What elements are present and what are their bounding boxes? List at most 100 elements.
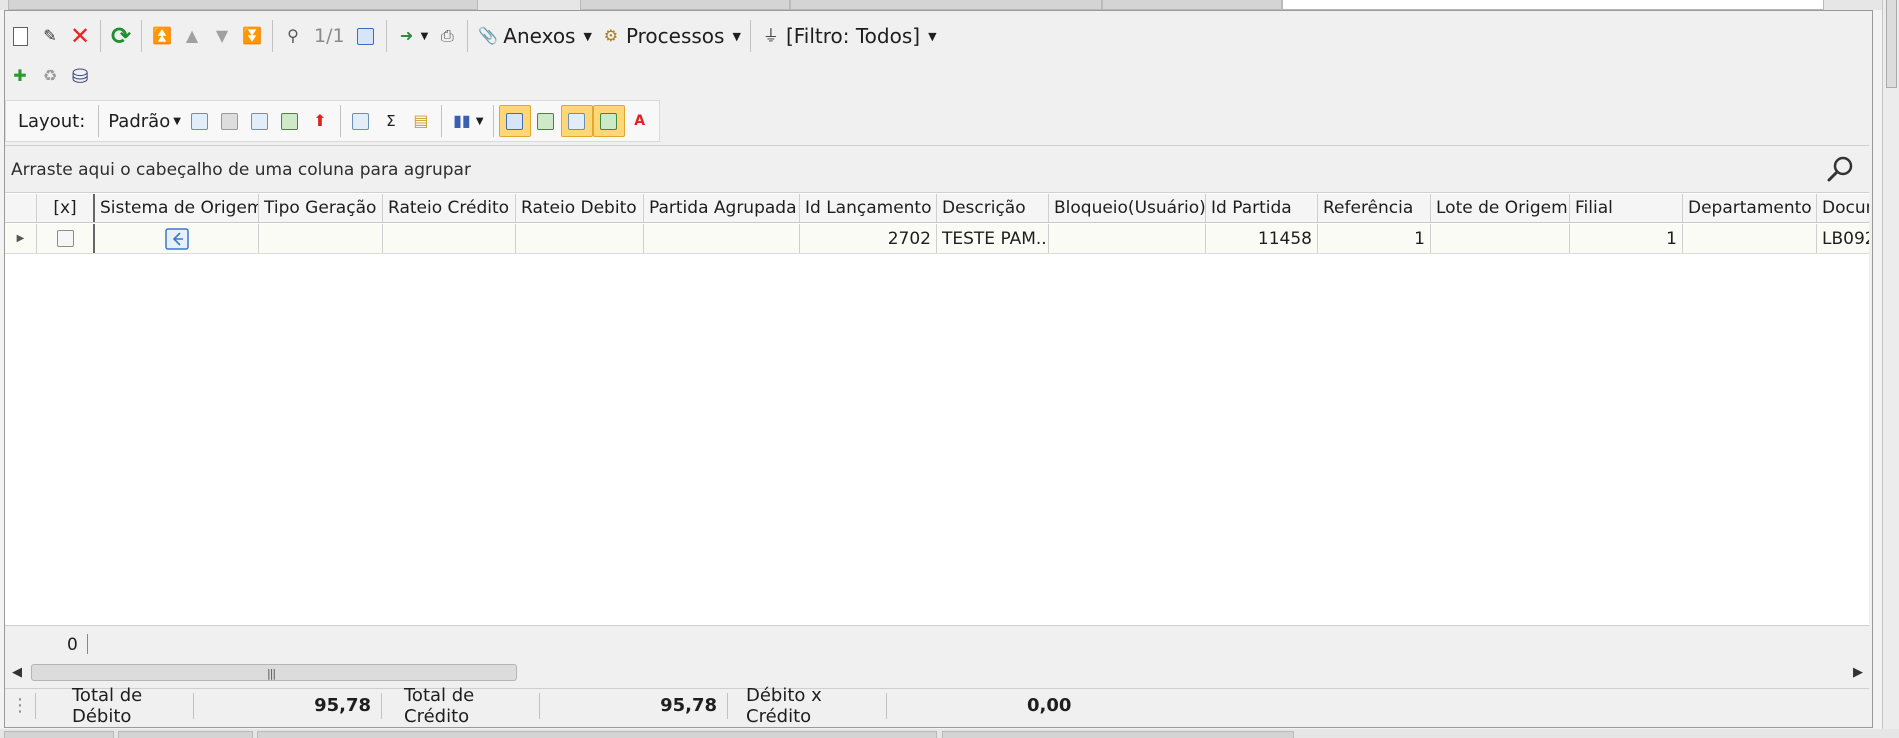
- filter-button[interactable]: ⏚ [Filtro: Todos] ▼: [756, 20, 941, 52]
- scroll-right-icon[interactable]: ▶: [1853, 665, 1863, 680]
- find-button[interactable]: ⚲: [278, 20, 308, 52]
- partida-agrupada-cell[interactable]: [644, 224, 800, 253]
- bottom-tab[interactable]: [118, 731, 253, 738]
- refresh-button[interactable]: ⟳: [106, 20, 136, 52]
- export-red-icon: ⬆: [313, 111, 327, 130]
- next-record-button[interactable]: ▼: [207, 20, 237, 52]
- import-layout-button[interactable]: [275, 105, 305, 137]
- data-grid: Arraste aqui o cabeçalho de uma coluna p…: [5, 145, 1869, 625]
- column-header[interactable]: Tipo Geração: [259, 194, 383, 222]
- id-lancamento-cell[interactable]: 2702: [800, 224, 937, 253]
- right-scroll-thumb[interactable]: [1886, 0, 1897, 88]
- bottom-tab[interactable]: [4, 731, 114, 738]
- import-icon: [279, 110, 301, 132]
- chevron-down-icon: ▼: [583, 29, 592, 43]
- delete-layout-button[interactable]: [215, 105, 245, 137]
- column-header[interactable]: Rateio Debito: [516, 194, 644, 222]
- column-header[interactable]: Lote de Origem: [1431, 194, 1570, 222]
- documento-cell[interactable]: LB0920: [1817, 224, 1869, 253]
- column-header[interactable]: Sistema de Origem: [95, 194, 259, 222]
- row-indicator: ▶: [5, 224, 37, 253]
- departamento-cell[interactable]: [1683, 224, 1817, 253]
- last-record-button[interactable]: ⏬: [237, 20, 267, 52]
- chart-button[interactable]: ▮▮ ▼: [447, 105, 488, 137]
- column-header[interactable]: Departamento: [1683, 194, 1817, 222]
- show-header-toggle[interactable]: [498, 105, 531, 137]
- sistema-origem-cell[interactable]: [95, 224, 259, 253]
- column-header[interactable]: Referência: [1318, 194, 1431, 222]
- column-header[interactable]: Id Partida: [1206, 194, 1318, 222]
- show-footer-toggle[interactable]: [531, 105, 561, 137]
- column-header[interactable]: Bloqueio(Usuário): [1049, 194, 1206, 222]
- scroll-left-icon[interactable]: ◀: [12, 665, 22, 680]
- grid-footer: 0: [5, 625, 1869, 662]
- table-row[interactable]: ▶ 2702 TESTE PAM... 11458 1 1 LB0920: [5, 224, 1869, 254]
- format-button[interactable]: ▤: [406, 105, 436, 137]
- first-record-button[interactable]: ⏫: [147, 20, 177, 52]
- show-group-panel-toggle[interactable]: [560, 105, 593, 137]
- tab[interactable]: [8, 0, 478, 10]
- previous-record-button[interactable]: ▲: [177, 20, 207, 52]
- save-layout-button[interactable]: [185, 105, 215, 137]
- scroll-thumb[interactable]: |||: [31, 664, 517, 681]
- font-button[interactable]: A: [625, 105, 655, 137]
- format-icon: ▤: [413, 111, 429, 130]
- refresh-icon: ⟳: [110, 22, 132, 50]
- bottom-tab[interactable]: [257, 731, 937, 738]
- grid-header: [x] Sistema de Origem Tipo Geração Ratei…: [5, 194, 1869, 223]
- tab[interactable]: [580, 0, 790, 10]
- binoculars-icon: ⚲: [287, 26, 299, 45]
- drag-handle-icon: ⋮: [5, 692, 36, 719]
- column-header[interactable]: Partida Agrupada: [644, 194, 800, 222]
- bottom-tab-strip: [0, 729, 1899, 738]
- lote-origem-cell[interactable]: [1431, 224, 1570, 253]
- filter-label: [Filtro: Todos]: [785, 24, 921, 48]
- row-checkbox[interactable]: [56, 230, 74, 247]
- id-partida-cell[interactable]: 11458: [1206, 224, 1318, 253]
- origin-system-icon[interactable]: [164, 227, 189, 250]
- tab[interactable]: [1102, 0, 1282, 10]
- bloqueio-cell[interactable]: [1049, 224, 1206, 253]
- grid-view-button[interactable]: [351, 20, 381, 52]
- delete-button[interactable]: ✕: [65, 20, 95, 52]
- tab[interactable]: [790, 0, 1102, 10]
- anexos-button[interactable]: 📎 Anexos ▼: [473, 20, 596, 52]
- column-header[interactable]: Rateio Crédito: [383, 194, 516, 222]
- columns-button[interactable]: [245, 105, 275, 137]
- layout-select[interactable]: Padrão ▼: [104, 105, 185, 137]
- edit-button[interactable]: ✎: [35, 20, 65, 52]
- tipo-geracao-cell[interactable]: [259, 224, 383, 253]
- row-checkbox-cell[interactable]: [37, 224, 95, 253]
- grip-icon: |||: [267, 667, 276, 680]
- add-process-button[interactable]: ✚: [5, 60, 35, 92]
- processos-button[interactable]: ⚙ Processos ▼: [596, 20, 745, 52]
- column-header[interactable]: Id Lançamento: [800, 194, 937, 222]
- total-debito-value: 95,78: [194, 692, 382, 719]
- descricao-cell[interactable]: TESTE PAM...: [937, 224, 1049, 253]
- column-header[interactable]: Docume: [1817, 194, 1869, 222]
- database-button[interactable]: ⛁: [65, 60, 95, 92]
- column-header[interactable]: Descrição: [937, 194, 1049, 222]
- header-icon: [504, 110, 526, 132]
- filter-icon: ⏚: [762, 26, 779, 45]
- rateio-debito-cell[interactable]: [516, 224, 644, 253]
- tab-active[interactable]: [1282, 0, 1824, 10]
- column-header[interactable]: Filial: [1570, 194, 1683, 222]
- bottom-tab[interactable]: [942, 731, 1294, 738]
- group-button[interactable]: [346, 105, 376, 137]
- referencia-cell[interactable]: 1: [1318, 224, 1431, 253]
- rateio-credito-cell[interactable]: [383, 224, 516, 253]
- export-button[interactable]: ➜ ▼: [392, 20, 433, 52]
- right-scrollbar[interactable]: [1882, 0, 1899, 738]
- column-header[interactable]: [x]: [37, 194, 95, 222]
- sum-button[interactable]: Σ: [376, 105, 406, 137]
- show-filter-row-toggle[interactable]: [592, 105, 625, 137]
- export-layout-button[interactable]: ⬆: [305, 105, 335, 137]
- new-button[interactable]: [5, 20, 35, 52]
- print-button[interactable]: ⎙: [432, 20, 462, 52]
- filial-cell[interactable]: 1: [1570, 224, 1683, 253]
- group-panel[interactable]: Arraste aqui o cabeçalho de uma coluna p…: [5, 146, 1869, 193]
- horizontal-scrollbar[interactable]: ◀ ||| ▶: [5, 662, 1869, 684]
- recycle-button[interactable]: ♻: [35, 60, 65, 92]
- search-icon[interactable]: [1825, 154, 1855, 184]
